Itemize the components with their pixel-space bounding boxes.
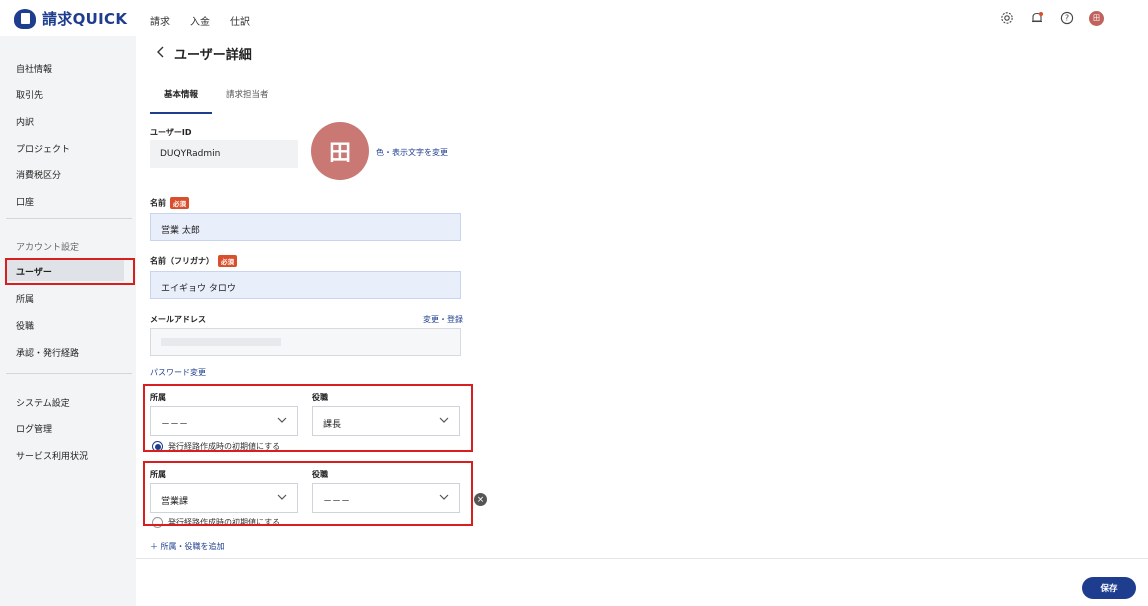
email-redacted xyxy=(161,338,281,346)
name-label: 名前 必須 xyxy=(150,197,189,209)
sidebar-section-account: アカウント設定 xyxy=(16,243,80,253)
page-title-text: ユーザー詳細 xyxy=(174,48,252,63)
tab-basic-info[interactable]: 基本情報 xyxy=(150,80,213,114)
email-label: メールアドレス xyxy=(150,315,206,324)
sidebar-item-breakdown[interactable]: 内訳 xyxy=(16,115,34,128)
sidebar-item-usage[interactable]: サービス利用状況 xyxy=(16,449,88,462)
email-field xyxy=(150,328,461,356)
app-logo[interactable]: 請求QUICK xyxy=(14,8,127,29)
add-affiliation-link[interactable]: ＋ 所属・役職を追加 xyxy=(150,541,225,552)
sidebar-item-projects[interactable]: プロジェクト xyxy=(16,142,70,155)
required-badge: 必須 xyxy=(170,197,189,209)
gear-icon[interactable] xyxy=(999,10,1015,26)
save-button[interactable]: 保存 xyxy=(1082,577,1136,599)
sidebar-item-clients[interactable]: 取引先 xyxy=(16,88,43,101)
logo-icon xyxy=(14,8,36,29)
avatar-change-link[interactable]: 色・表示文字を変更 xyxy=(376,147,448,158)
tabs: 基本情報 請求担当者 xyxy=(150,80,283,114)
sidebar-item-tax[interactable]: 消費税区分 xyxy=(16,168,61,181)
nav-payment[interactable]: 入金 xyxy=(190,13,210,28)
back-chevron-icon[interactable] xyxy=(156,46,166,62)
affiliation-highlight-box-2 xyxy=(143,461,473,526)
password-change-link[interactable]: パスワード変更 xyxy=(150,367,206,378)
user-avatar-large[interactable]: 田 xyxy=(311,122,369,180)
footer-bar xyxy=(136,558,1148,606)
name-input[interactable]: 営業 太郎 xyxy=(150,213,461,241)
affiliation-highlight-box-1 xyxy=(143,384,473,452)
sidebar-item-system[interactable]: システム設定 xyxy=(16,396,70,409)
help-icon[interactable]: ? xyxy=(1059,10,1075,26)
kana-input[interactable]: エイギョウ タロウ xyxy=(150,271,461,299)
sidebar-divider xyxy=(6,218,132,219)
user-avatar[interactable]: 田 xyxy=(1089,10,1104,26)
top-icons: ? 田 xyxy=(999,10,1104,26)
sidebar-item-accounts[interactable]: 口座 xyxy=(16,195,34,208)
tab-billing-contact[interactable]: 請求担当者 xyxy=(212,80,283,114)
user-id-field: DUQYRadmin xyxy=(150,140,298,168)
email-change-link[interactable]: 変更・登録 xyxy=(423,314,463,325)
top-bar: 請求QUICK 請求 入金 仕訳 ? 田 xyxy=(0,0,1148,36)
sidebar: 自社情報 取引先 内訳 プロジェクト 消費税区分 口座 アカウント設定 ユーザー… xyxy=(0,36,136,606)
sidebar-item-approval[interactable]: 承認・発行経路 xyxy=(16,346,79,359)
remove-affiliation-icon[interactable]: × xyxy=(474,493,487,506)
nav-invoice[interactable]: 請求 xyxy=(150,13,170,28)
page-title: ユーザー詳細 xyxy=(156,44,252,63)
sidebar-item-logs[interactable]: ログ管理 xyxy=(16,422,52,435)
sidebar-item-departments[interactable]: 所属 xyxy=(16,292,34,305)
kana-label: 名前（フリガナ） 必須 xyxy=(150,255,237,267)
svg-text:?: ? xyxy=(1065,14,1069,23)
sidebar-item-positions[interactable]: 役職 xyxy=(16,319,34,332)
required-badge: 必須 xyxy=(218,255,237,267)
top-nav: 請求 入金 仕訳 xyxy=(150,13,250,28)
app-name: 請求QUICK xyxy=(42,10,128,28)
nav-journal[interactable]: 仕訳 xyxy=(230,13,250,28)
sidebar-user-highlight-box xyxy=(5,258,135,285)
sidebar-item-company[interactable]: 自社情報 xyxy=(16,62,52,75)
sidebar-divider xyxy=(6,373,132,374)
user-id-label: ユーザーID xyxy=(150,128,192,137)
bell-icon[interactable] xyxy=(1029,10,1045,26)
